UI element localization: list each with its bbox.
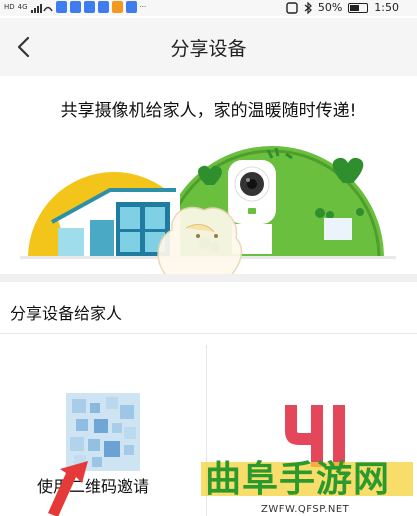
status-bar: HD 4G ··· 50% 1:50 xyxy=(0,0,417,16)
qr-invite-option[interactable]: 使用二维码邀请 xyxy=(0,345,205,516)
section-heading: 分享设备给家人 xyxy=(10,304,123,323)
alarm-icon xyxy=(286,1,298,14)
app-notify-icon xyxy=(55,1,67,13)
signal-icon xyxy=(30,3,53,13)
app-notify-icon xyxy=(97,1,109,13)
app-notify-icon xyxy=(111,1,123,13)
app-notify-icon xyxy=(69,1,81,13)
watermark-url: ZWFW.QFSP.NET xyxy=(261,504,350,515)
app-notify-icon xyxy=(83,1,95,13)
site-watermark: 曲阜手游网 ZWFW.QFSP.NET xyxy=(201,450,413,516)
banner-slogan: 共享摄像机给家人，家的温暖随时传递! xyxy=(60,101,357,121)
share-banner: 共享摄像机给家人，家的温暖随时传递! xyxy=(0,80,417,274)
battery-percent: 50% xyxy=(317,1,343,14)
battery-icon xyxy=(348,2,369,13)
bluetooth-icon xyxy=(304,1,312,14)
status-left-icons: HD 4G ··· xyxy=(4,1,146,13)
clock: 1:50 xyxy=(374,1,399,14)
section-divider xyxy=(0,274,417,282)
app-notify-icon xyxy=(125,1,137,13)
pointer-arrow-icon xyxy=(48,461,88,516)
top-navigation-bar: 分享设备 xyxy=(0,18,417,76)
more-notifications-icon: ··· xyxy=(139,3,147,11)
watermark-text: 曲阜手游网 xyxy=(205,458,391,500)
section-separator xyxy=(0,333,417,334)
page-title: 分享设备 xyxy=(170,38,247,60)
network-label: HD xyxy=(4,3,15,11)
status-right: 50% 1:50 xyxy=(286,1,399,14)
signal-label: 4G xyxy=(17,3,28,11)
